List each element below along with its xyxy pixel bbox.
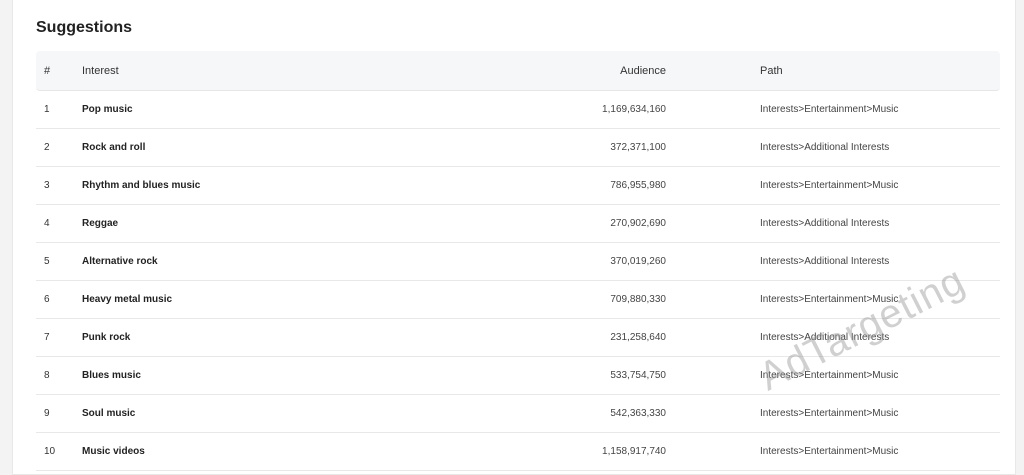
row-interest: Soul music	[82, 408, 136, 419]
row-interest: Pop music	[82, 104, 133, 115]
row-audience: 533,754,750	[610, 370, 666, 381]
row-num: 8	[44, 370, 50, 381]
row-num: 6	[44, 294, 50, 305]
row-interest: Rock and roll	[82, 142, 146, 153]
row-audience: 542,363,330	[610, 408, 666, 419]
row-interest: Alternative rock	[82, 256, 158, 267]
row-num: 1	[44, 104, 50, 115]
header-path[interactable]: Path	[760, 65, 1000, 77]
row-num: 9	[44, 408, 50, 419]
table-header: # Interest Audience Path	[36, 51, 1000, 91]
row-audience: 231,258,640	[610, 332, 666, 343]
table-row[interactable]: 1 Pop music 1,169,634,160 Interests>Ente…	[36, 91, 1000, 129]
row-audience: 709,880,330	[610, 294, 666, 305]
row-path: Interests>Entertainment>Music	[760, 294, 899, 305]
row-path: Interests>Additional Interests	[760, 218, 890, 229]
row-path: Interests>Entertainment>Music	[760, 446, 899, 457]
row-num: 10	[44, 446, 56, 457]
row-interest: Rhythm and blues music	[82, 180, 201, 191]
row-path: Interests>Entertainment>Music	[760, 180, 899, 191]
header-audience[interactable]: Audience	[442, 65, 666, 77]
table-row[interactable]: 3 Rhythm and blues music 786,955,980 Int…	[36, 167, 1000, 205]
row-path: Interests>Entertainment>Music	[760, 408, 899, 419]
row-audience: 1,169,634,160	[602, 104, 666, 115]
row-num: 7	[44, 332, 50, 343]
suggestions-table: # Interest Audience Path 1 Pop music 1,1…	[36, 51, 1000, 471]
row-audience: 370,019,260	[610, 256, 666, 267]
row-audience: 372,371,100	[610, 142, 666, 153]
row-num: 2	[44, 142, 50, 153]
row-path: Interests>Entertainment>Music	[760, 370, 899, 381]
table-row[interactable]: 8 Blues music 533,754,750 Interests>Ente…	[36, 357, 1000, 395]
row-interest: Punk rock	[82, 332, 131, 343]
section-title: Suggestions	[36, 19, 133, 36]
table-row[interactable]: 6 Heavy metal music 709,880,330 Interest…	[36, 281, 1000, 319]
row-interest: Music videos	[82, 446, 145, 457]
row-num: 3	[44, 180, 50, 191]
table-row[interactable]: 4 Reggae 270,902,690 Interests>Additiona…	[36, 205, 1000, 243]
row-path: Interests>Additional Interests	[760, 256, 890, 267]
table-row[interactable]: 2 Rock and roll 372,371,100 Interests>Ad…	[36, 129, 1000, 167]
table-row[interactable]: 7 Punk rock 231,258,640 Interests>Additi…	[36, 319, 1000, 357]
header-interest[interactable]: Interest	[82, 65, 442, 77]
row-audience: 1,158,917,740	[602, 446, 666, 457]
row-audience: 786,955,980	[610, 180, 666, 191]
header-num[interactable]: #	[36, 65, 82, 77]
table-row[interactable]: 10 Music videos 1,158,917,740 Interests>…	[36, 433, 1000, 471]
row-interest: Reggae	[82, 218, 119, 229]
table-row[interactable]: 5 Alternative rock 370,019,260 Interests…	[36, 243, 1000, 281]
row-audience: 270,902,690	[610, 218, 666, 229]
suggestions-card: Suggestions # Interest Audience Path 1 P…	[12, 0, 1016, 475]
row-interest: Blues music	[82, 370, 141, 381]
row-path: Interests>Entertainment>Music	[760, 104, 899, 115]
row-interest: Heavy metal music	[82, 294, 173, 305]
row-path: Interests>Additional Interests	[760, 142, 890, 153]
row-path: Interests>Additional Interests	[760, 332, 890, 343]
row-num: 5	[44, 256, 50, 267]
table-row[interactable]: 9 Soul music 542,363,330 Interests>Enter…	[36, 395, 1000, 433]
row-num: 4	[44, 218, 50, 229]
